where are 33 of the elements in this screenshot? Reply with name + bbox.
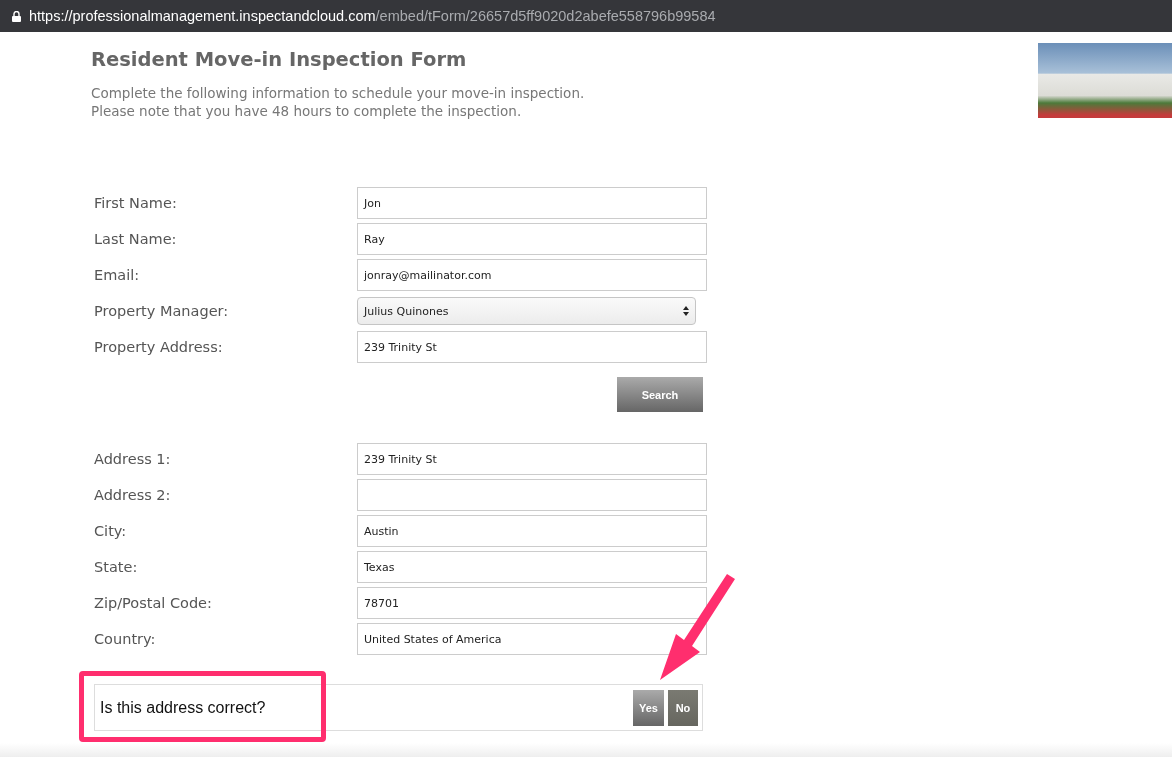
intro-text: Please note that you have 48 hours to complete the inspection. xyxy=(91,103,523,119)
yes-button[interactable]: Yes xyxy=(633,689,664,726)
field-label: Property Address: xyxy=(94,339,224,355)
field-label: First Name: xyxy=(94,195,178,211)
field-label: State: xyxy=(94,559,139,575)
text-field[interactable]: 239 Trinity St xyxy=(357,331,707,363)
property-manager-select[interactable]: Julius Quinones xyxy=(357,297,696,325)
caret-icon xyxy=(683,306,689,316)
text-field[interactable]: United States of America xyxy=(357,623,707,655)
text-field[interactable]: Austin xyxy=(357,515,707,547)
intro-text: Complete the following information to schedule your move-in inspection. xyxy=(91,85,586,101)
field-label: Address 2: xyxy=(94,487,172,503)
text-field[interactable]: jonray@mailinator.com xyxy=(357,259,707,291)
text-field[interactable]: 239 Trinity St xyxy=(357,443,707,475)
form-title: Resident Move-in Inspection Form xyxy=(91,48,468,71)
text-field[interactable]: Texas xyxy=(357,551,707,583)
lock-icon xyxy=(12,10,21,22)
text-field[interactable]: 78701 xyxy=(357,587,707,619)
field-label: Address 1: xyxy=(94,451,172,467)
field-label: Country: xyxy=(94,631,157,647)
search-button[interactable]: Search xyxy=(617,377,703,412)
field-label: Zip/Postal Code: xyxy=(94,595,213,611)
field-label: Property Manager: xyxy=(94,303,230,319)
field-label: Last Name: xyxy=(94,231,178,247)
no-button[interactable]: No xyxy=(668,689,698,726)
url-text: https://professionalmanagement.inspectandcloud.com/embed/tForm/26657d5ff9020d2abefe558796b99584 xyxy=(29,8,716,24)
field-label: City: xyxy=(94,523,128,539)
text-field[interactable] xyxy=(357,479,707,511)
text-field[interactable]: Ray xyxy=(357,223,707,255)
field-label: Email: xyxy=(94,267,141,283)
confirm-question: Is this address correct? xyxy=(100,698,266,717)
text-field[interactable]: Jon xyxy=(357,187,707,219)
address-bar[interactable]: https://professionalmanagement.inspectandcloud.com/embed/tForm/26657d5ff9020d2abefe558796b99584 xyxy=(0,0,1172,32)
